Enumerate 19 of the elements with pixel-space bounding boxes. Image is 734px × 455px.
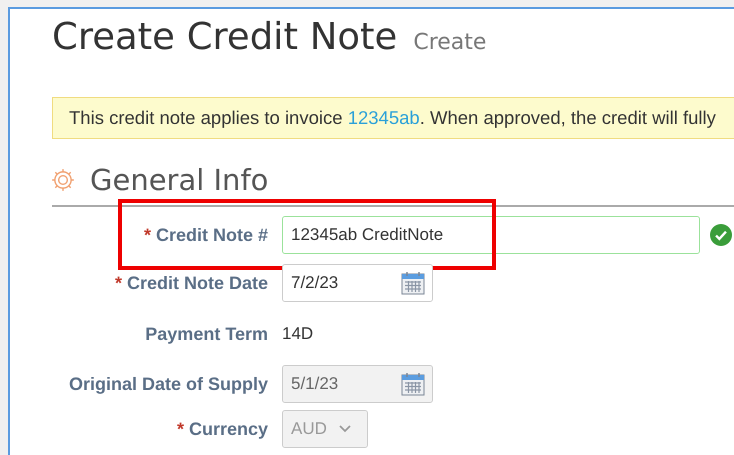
chevron-down-icon bbox=[338, 425, 351, 433]
calendar-icon[interactable] bbox=[400, 270, 426, 296]
page-title: Create Credit Note bbox=[52, 15, 398, 58]
field-label: Payment Term bbox=[145, 324, 268, 344]
field-label: Original Date of Supply bbox=[68, 374, 268, 394]
date-field[interactable]: 7/2/23 bbox=[282, 264, 433, 302]
notice-text: This credit note applies to invoice 12345ab. When approved, the credit will fully bbox=[69, 107, 716, 129]
section-title: General Info bbox=[90, 163, 268, 197]
field-value: 14D bbox=[282, 324, 314, 344]
required-asterisk: * bbox=[176, 418, 184, 440]
gear-icon bbox=[50, 167, 76, 193]
field-label: Credit Note Date bbox=[126, 272, 268, 294]
invoice-link[interactable]: 12345ab bbox=[348, 107, 420, 128]
page-subtitle: Create bbox=[413, 30, 486, 55]
field-label: Credit Note # bbox=[156, 224, 268, 246]
required-asterisk: * bbox=[144, 224, 151, 246]
field-label: Currency bbox=[188, 418, 268, 440]
required-asterisk: * bbox=[114, 272, 122, 294]
input-field[interactable]: 12345ab CreditNote bbox=[282, 216, 700, 254]
